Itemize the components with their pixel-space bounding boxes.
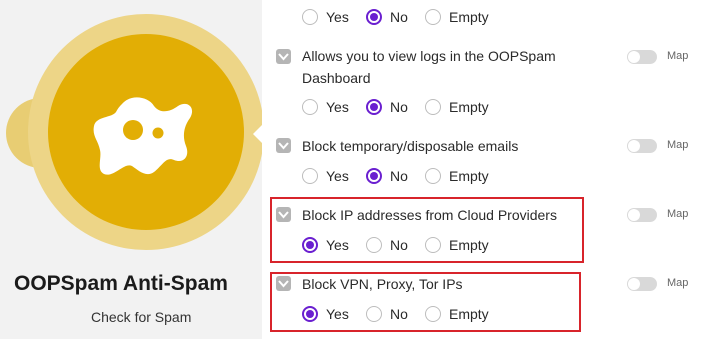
radio-empty[interactable] (425, 168, 441, 184)
radio-no[interactable] (366, 168, 382, 184)
map-toggle[interactable] (627, 277, 657, 291)
map-label: Map (667, 139, 689, 151)
radio-yes-label: Yes (326, 9, 349, 25)
radio-no-label: No (390, 9, 408, 25)
map-toggle[interactable] (627, 208, 657, 222)
radio-no-label: No (390, 306, 408, 322)
radio-empty[interactable] (425, 306, 441, 322)
module-subtitle: Check for Spam (91, 309, 192, 325)
radio-empty-label: Empty (449, 9, 489, 25)
setting-label: Block IP addresses from Cloud Providers (302, 207, 557, 223)
radio-no[interactable] (366, 306, 382, 322)
radio-yes[interactable] (302, 9, 318, 25)
radio-yes-label: Yes (326, 306, 349, 322)
checkbox[interactable] (276, 207, 291, 222)
radio-empty-label: Empty (449, 168, 489, 184)
radio-yes[interactable] (302, 306, 318, 322)
checkbox[interactable] (276, 276, 291, 291)
settings-panel: Yes No Empty Allows you to view logs in … (262, 0, 703, 339)
radio-yes[interactable] (302, 237, 318, 253)
setting-label: Block VPN, Proxy, Tor IPs (302, 276, 463, 292)
setting-label: Allows you to view logs in the OOPSpam D… (302, 48, 556, 86)
map-toggle[interactable] (627, 50, 657, 64)
map-label: Map (667, 50, 689, 62)
radio-no-label: No (390, 99, 408, 115)
radio-no[interactable] (366, 99, 382, 115)
radio-yes[interactable] (302, 168, 318, 184)
map-label: Map (667, 208, 689, 220)
setting-label: Block temporary/disposable emails (302, 138, 519, 154)
radio-empty[interactable] (425, 237, 441, 253)
ghost-icon (93, 97, 193, 175)
radio-yes-label: Yes (326, 237, 349, 253)
checkbox[interactable] (276, 49, 291, 64)
radio-empty[interactable] (425, 99, 441, 115)
radio-no[interactable] (366, 9, 382, 25)
radio-empty-label: Empty (449, 99, 489, 115)
radio-empty-label: Empty (449, 306, 489, 322)
map-toggle[interactable] (627, 139, 657, 153)
radio-yes[interactable] (302, 99, 318, 115)
radio-no-label: No (390, 168, 408, 184)
radio-no-label: No (390, 237, 408, 253)
radio-yes-label: Yes (326, 99, 349, 115)
module-card[interactable]: OOPSpam Anti-Spam Check for Spam (0, 0, 264, 339)
radio-no[interactable] (366, 237, 382, 253)
map-label: Map (667, 277, 689, 289)
radio-empty-label: Empty (449, 237, 489, 253)
checkbox[interactable] (276, 138, 291, 153)
radio-yes-label: Yes (326, 168, 349, 184)
radio-empty[interactable] (425, 9, 441, 25)
